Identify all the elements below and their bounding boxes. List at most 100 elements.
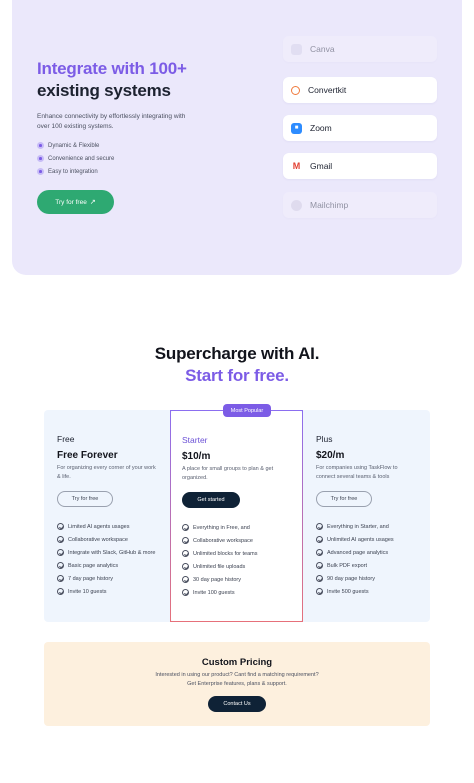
plan-feature: Advanced page analytics [316,549,388,556]
integration-item-convertkit[interactable]: Convertkit [283,77,437,103]
integration-item-zoom[interactable]: ■ Zoom [283,115,437,141]
plan-name: Starter [182,435,208,445]
plan-price: $10/m [182,451,211,462]
plan-feature-label: 30 day page history [193,576,242,583]
plan-description: For organizing every corner of your work… [57,465,156,480]
check-circle-icon [57,536,64,543]
hero-title: Integrate with 100+ existing systems [37,58,187,102]
plan-feature: 30 day page history [182,576,241,583]
check-circle-icon [182,524,189,531]
hero-feature-label: Dynamic & Flexible [48,142,100,149]
plan-name: Plus [316,434,333,444]
hero-title-rest: existing systems [37,81,171,100]
contact-us-button[interactable]: Contact Us [208,696,266,712]
plan-feature: Basic page analytics [57,562,118,569]
check-circle-icon [57,523,64,530]
bullet-icon [37,142,44,149]
check-circle-icon [182,589,189,596]
plan-feature: 7 day page history [57,575,113,582]
try-for-free-label: Try for free [55,198,87,206]
try-for-free-button[interactable]: Try for free ↗ [37,190,114,214]
plan-feature: Limited AI agents usages [57,523,129,530]
hero-description: Enhance connectivity by effortlessly int… [37,113,186,130]
plan-feature-label: Collaborative workspace [193,537,253,544]
custom-pricing-description: Interested in using our product? Cant fi… [44,671,430,689]
get-started-button[interactable]: Get started [182,492,240,508]
custom-pricing-line2: Get Enterprise features, plans & support… [187,681,287,687]
check-circle-icon [316,549,323,556]
integration-name: Zoom [310,123,332,133]
plan-feature: Unlimited blocks for teams [182,550,258,557]
check-circle-icon [316,588,323,595]
plan-card-starter: Starter $10/m A place for small groups t… [170,410,303,622]
plan-feature: Unlimited AI agents usages [316,536,394,543]
plan-feature: Unlimited file uploads [182,563,245,570]
plan-feature-label: Invite 500 guests [327,588,369,595]
plan-description: A place for small groups to plan & get o… [182,466,274,481]
plan-feature-label: Invite 10 guests [68,588,107,595]
check-circle-icon [316,562,323,569]
hero-title-accent: Integrate with 100+ [37,59,187,78]
check-circle-icon [182,537,189,544]
hero-feature: Convenience and secure [37,155,114,162]
plan-feature: Collaborative workspace [182,537,253,544]
plan-feature: Invite 500 guests [316,588,369,595]
plan-feature-label: 90 day page history [327,575,376,582]
plan-description: For companies using TaskFlow to connect … [316,465,398,480]
pricing-subheading: Start for free. [185,366,289,385]
plan-feature: Invite 100 guests [182,589,235,596]
plan-name: Free [57,434,75,444]
plan-feature: Everything in Free, and [182,524,250,531]
check-circle-icon [57,562,64,569]
hero-feature-label: Convenience and secure [48,155,115,162]
custom-pricing-card: Custom Pricing Interested in using our p… [44,642,430,726]
plan-feature-label: Integrate with Slack, GitHub & more [68,549,156,556]
check-circle-icon [57,549,64,556]
pricing-heading: Supercharge with AI. [154,344,320,363]
custom-pricing-title: Custom Pricing [201,657,273,668]
plan-card-free: Free Free Forever For organizing every c… [44,410,174,622]
plan-feature-label: Everything in Free, and [193,524,250,531]
check-circle-icon [316,575,323,582]
integration-name: Gmail [310,161,333,171]
plan-feature: 90 day page history [316,575,375,582]
integration-item-canva[interactable]: Canva [283,36,437,62]
plan-feature-label: Bulk PDF export [327,562,368,569]
plan-feature-label: Unlimited blocks for teams [193,550,258,557]
plan-feature-label: Unlimited file uploads [193,563,246,570]
plan-plus-button[interactable]: Try for free [316,491,372,507]
plan-price: $20/m [316,450,345,461]
gmail-logo-icon: M [291,160,302,172]
plan-feature: Collaborative workspace [57,536,128,543]
mailchimp-logo-icon [291,199,302,211]
plan-feature-label: 7 day page history [68,575,113,582]
plan-feature-label: Advanced page analytics [327,549,389,556]
plan-feature: Integrate with Slack, GitHub & more [57,549,155,556]
plan-free-button[interactable]: Try for free [57,491,113,507]
zoom-logo-icon: ■ [291,122,302,134]
plan-price: Free Forever [57,450,118,461]
integration-item-mailchimp[interactable]: Mailchimp [283,192,437,218]
integration-name: Mailchimp [310,200,349,210]
plan-feature: Invite 10 guests [57,588,107,595]
bullet-icon [37,168,44,175]
plan-feature-label: Unlimited AI agents usages [327,536,394,543]
hero-feature-label: Easy to integration [48,168,98,175]
plan-feature: Bulk PDF export [316,562,367,569]
bullet-icon [37,155,44,162]
plan-feature-label: Basic page analytics [68,562,119,569]
plan-feature-label: Everything in Starter, and [327,523,389,530]
plan-card-plus: Plus $20/m For companies using TaskFlow … [303,410,433,622]
plan-feature: Everything in Starter, and [316,523,389,530]
check-circle-icon [316,523,323,530]
integration-name: Convertkit [308,85,347,95]
hero-feature: Dynamic & Flexible [37,142,99,149]
check-circle-icon [316,536,323,543]
custom-pricing-line1: Interested in using our product? Cant fi… [155,672,319,678]
check-circle-icon [182,550,189,557]
integration-item-gmail[interactable]: M Gmail [283,153,437,179]
check-circle-icon [57,588,64,595]
check-circle-icon [182,563,189,570]
arrow-up-right-icon: ↗ [89,199,96,206]
convertkit-logo-icon [291,85,300,95]
